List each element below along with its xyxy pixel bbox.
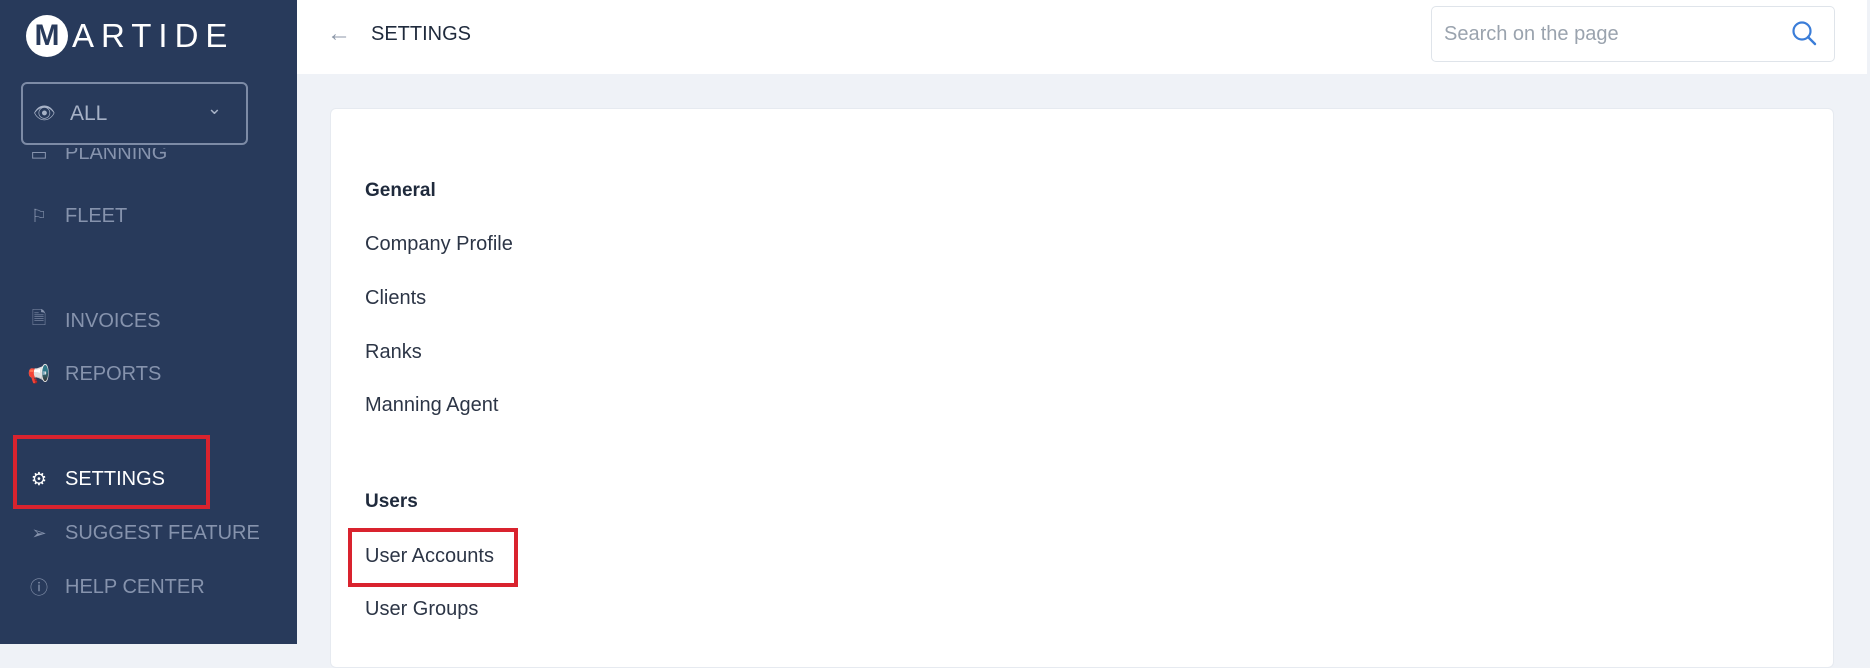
search-icon[interactable]	[1790, 19, 1820, 49]
highlight-box	[348, 528, 518, 587]
chevron-down-icon: ⌄	[206, 98, 222, 118]
sidebar-item-label: FLEET	[65, 204, 128, 227]
link-clients[interactable]: Clients	[365, 287, 426, 310]
section-title-general: General	[365, 180, 436, 201]
sidebar-item-label: INVOICES	[65, 309, 161, 332]
sidebar-item-invoices[interactable]: 🗎 INVOICES	[0, 308, 297, 332]
logo-mark: M	[26, 15, 68, 57]
megaphone-icon: 📢	[27, 363, 51, 384]
search-box[interactable]	[1431, 6, 1835, 62]
sidebar-item-suggest-feature[interactable]: ➢ SUGGEST FEATURE	[0, 522, 297, 544]
settings-card: General Company Profile Clients Ranks Ma…	[330, 108, 1834, 668]
calendar-icon: ▭	[30, 148, 48, 164]
sidebar-item-label: SUGGEST FEATURE	[65, 521, 260, 544]
link-company-profile[interactable]: Company Profile	[365, 233, 513, 256]
sidebar: M ARTIDE 👁 ALL ⌄ ▭ PLANNING ⚐ FLEET 🗎 IN…	[0, 0, 297, 644]
link-ranks[interactable]: Ranks	[365, 341, 422, 364]
scope-value: ALL	[70, 101, 108, 125]
sidebar-item-label: REPORTS	[65, 362, 162, 385]
link-user-groups[interactable]: User Groups	[365, 598, 478, 621]
sidebar-item-planning[interactable]: ▭ PLANNING	[0, 148, 297, 174]
help-circle-icon: ⓘ	[30, 578, 48, 598]
page-title: SETTINGS	[371, 23, 472, 45]
scope-dropdown[interactable]: 👁 ALL ⌄	[21, 82, 248, 145]
sidebar-item-fleet[interactable]: ⚐ FLEET	[0, 205, 297, 227]
highlight-box	[13, 435, 210, 509]
logo[interactable]: M ARTIDE	[26, 15, 234, 57]
eye-icon: 👁	[33, 103, 56, 123]
sidebar-item-help-center[interactable]: ⓘ HELP CENTER	[0, 575, 297, 599]
section-title-users: Users	[365, 491, 418, 512]
link-manning-agent[interactable]: Manning Agent	[365, 394, 498, 417]
sidebar-item-reports[interactable]: 📢 REPORTS	[0, 363, 297, 385]
flag-icon: ⚐	[30, 205, 48, 226]
sidebar-item-label: PLANNING	[65, 148, 168, 164]
sidebar-item-label: HELP CENTER	[65, 575, 205, 598]
logo-text: ARTIDE	[72, 17, 235, 54]
send-icon: ➢	[31, 522, 47, 543]
document-icon: 🗎	[31, 308, 47, 328]
back-arrow-icon[interactable]: ←	[327, 20, 351, 48]
search-input[interactable]	[1444, 22, 1774, 46]
header: ← SETTINGS	[297, 0, 1867, 74]
